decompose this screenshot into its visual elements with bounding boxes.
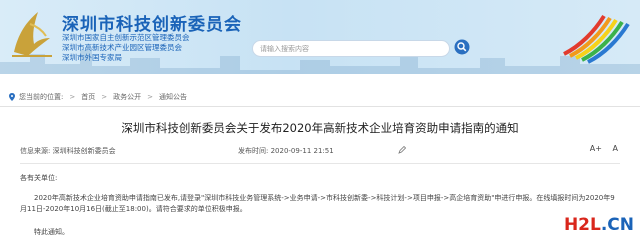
breadcrumb-separator: > bbox=[69, 93, 76, 101]
font-decrease-button[interactable]: A bbox=[613, 144, 618, 153]
edit-icon bbox=[398, 146, 406, 154]
divider bbox=[20, 163, 620, 164]
article-closing: 特此通知。 bbox=[34, 228, 69, 236]
colorful-wave-logo-icon bbox=[563, 14, 630, 64]
watermark-part-2: .CN bbox=[600, 215, 634, 235]
search-icon[interactable] bbox=[454, 39, 470, 55]
location-icon bbox=[9, 93, 15, 101]
emblem-logo-icon bbox=[12, 12, 52, 57]
watermark-part-1: H2L bbox=[563, 215, 601, 235]
article-time: 发布时间: 2020-09-11 21:51 bbox=[238, 146, 334, 156]
breadcrumb-item-gov-info[interactable]: 政务公开 bbox=[113, 92, 141, 102]
article-salutation: 各有关单位: bbox=[20, 174, 58, 182]
font-size-controls: A+ A bbox=[582, 144, 618, 153]
breadcrumb: 您当前的位置: > 首页 > 政务公开 > 通知公告 bbox=[8, 92, 187, 102]
watermark-logo: H2L.CN bbox=[564, 215, 634, 235]
breadcrumb-prefix: 您当前的位置: bbox=[19, 93, 64, 101]
article-source: 信息来源: 深圳科技创新委员会 bbox=[20, 146, 116, 156]
header-banner: 深圳市科技创新委员会 深圳市国家自主创新示范区管理委员会 深圳市高新技术产业园区… bbox=[0, 0, 640, 74]
article-title: 深圳市科技创新委员会关于发布2020年高新技术企业培育资助申请指南的通知 bbox=[121, 121, 519, 135]
breadcrumb-item-notices[interactable]: 通知公告 bbox=[159, 92, 187, 102]
source-value: 深圳科技创新委员会 bbox=[52, 147, 116, 155]
source-label: 信息来源: bbox=[20, 147, 51, 155]
time-value: 2020-09-11 21:51 bbox=[270, 147, 334, 155]
breadcrumb-separator: > bbox=[147, 93, 153, 101]
breadcrumb-item-home[interactable]: 首页 bbox=[81, 92, 95, 102]
search-input[interactable]: 请输入搜索内容 bbox=[252, 40, 450, 57]
article-paragraph: 2020年高新技术企业培育资助申请指南已发布,请登录"深圳市科技业务管理系统->… bbox=[20, 194, 615, 213]
article-meta: 信息来源: 深圳科技创新委员会 发布时间: 2020-09-11 21:51 A… bbox=[20, 144, 620, 158]
divider bbox=[0, 106, 640, 107]
time-label: 发布时间: bbox=[238, 147, 269, 155]
breadcrumb-separator: > bbox=[101, 93, 108, 101]
org-subtitle-3: 深圳市外国专家局 bbox=[62, 53, 122, 62]
font-increase-button[interactable]: A+ bbox=[590, 144, 602, 153]
